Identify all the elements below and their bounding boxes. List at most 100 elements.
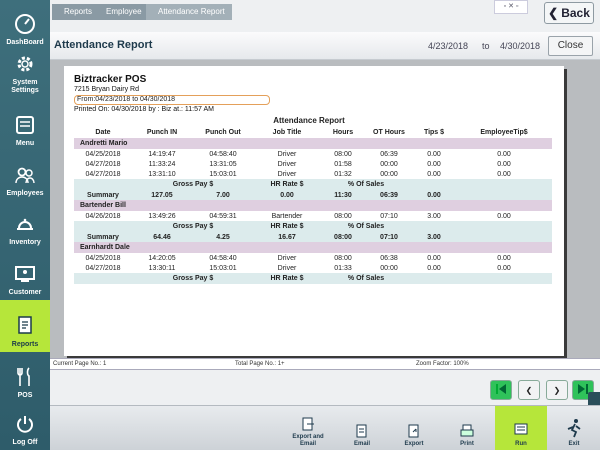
table-row: 04/26/2018 13:49:26 04:59:31 Bartender 08:00… xyxy=(74,211,552,221)
sidebar-item-customer[interactable]: Customer xyxy=(0,250,50,300)
table-cell: 15:03:01 xyxy=(209,264,237,272)
total-page: Total Page No.: 1+ xyxy=(235,361,285,367)
summary-hours: 08:00 xyxy=(320,232,366,242)
table-cell: Driver xyxy=(277,160,297,168)
power-icon xyxy=(13,412,37,436)
summary-hours: 11:30 xyxy=(320,190,366,200)
table-cell: 13:31:10 xyxy=(148,170,176,178)
table-cell: 0.00 xyxy=(427,170,441,178)
table-cell: Driver xyxy=(277,170,297,178)
first-page-button[interactable] xyxy=(490,380,512,400)
sidebar-item-pos[interactable]: POS xyxy=(0,355,50,403)
table-cell: 06:38 xyxy=(380,254,398,262)
sidebar-item-reports[interactable]: Reports xyxy=(0,300,50,352)
export-and-email-button[interactable]: Export and Email xyxy=(286,406,330,450)
table-cell: 04:58:40 xyxy=(209,254,237,262)
table-cell: Driver xyxy=(277,254,297,262)
table-cell: 04/27/2018 xyxy=(85,170,121,178)
table-cell: Driver xyxy=(277,264,297,272)
email-button[interactable]: Email xyxy=(344,406,380,450)
spacer-cell xyxy=(74,273,132,284)
summary-header-row: Gross Pay $ HR Rate $% Of Sales xyxy=(74,221,552,232)
table-cell: 01:58 xyxy=(334,160,352,168)
top-bar: Reports Employee Attendance Report ▫ ✕ ▫ xyxy=(50,0,600,32)
summary-row: Summary 64.46 4.25 16.67 08:00 07:10 3.00 xyxy=(74,232,552,242)
next-page-button[interactable]: ❯ xyxy=(546,380,568,400)
summary-header: Gross Pay $ xyxy=(132,273,254,284)
export-email-icon xyxy=(301,417,315,434)
report-viewer[interactable]: Biztracker POS 7215 Bryan Dairy Rd From:… xyxy=(50,60,600,358)
table-row: 04/27/2018 13:31:10 15:03:01 Driver 01:32 00:… xyxy=(74,169,552,179)
sidebar-item-label: Employees xyxy=(6,190,44,197)
summary-ot: 07:10 xyxy=(366,232,412,242)
sidebar-item-system-settings[interactable]: System Settings xyxy=(0,50,50,98)
close-button[interactable]: Close xyxy=(548,36,593,56)
summary-header-row: Gross Pay $ HR Rate $% Of Sales xyxy=(74,273,552,284)
sidebar-item-label: Customer xyxy=(8,289,42,296)
employee-name: Andretti Mario xyxy=(74,138,552,149)
exit-button[interactable]: Exit xyxy=(556,406,592,450)
col-header: Date xyxy=(95,129,111,136)
col-header: Hours xyxy=(332,129,354,136)
sidebar-item-log-off[interactable]: Log Off xyxy=(0,402,50,450)
table-cell: 0.00 xyxy=(497,150,511,158)
sidebar-item-label: DashBoard xyxy=(6,39,44,46)
run-icon xyxy=(513,422,529,441)
summary-header: Gross Pay $ xyxy=(132,221,254,232)
table-cell: 00:00 xyxy=(380,160,398,168)
pager: ❮ ❯ xyxy=(490,380,596,402)
summary-rate: 7.00 xyxy=(192,190,254,200)
table-cell: 15:03:01 xyxy=(209,170,237,178)
exit-icon xyxy=(565,418,583,441)
spacer-cell xyxy=(456,232,552,242)
sidebar-item-label: Inventory xyxy=(9,239,41,246)
reports-icon xyxy=(13,314,37,338)
summary-header: HR Rate $ xyxy=(254,221,320,232)
sidebar-item-label: Reports xyxy=(11,341,39,348)
prev-page-button[interactable]: ❮ xyxy=(518,380,540,400)
table-cell: 04/27/2018 xyxy=(85,160,121,168)
table-cell: 07:10 xyxy=(380,212,398,220)
attendance-table: Date Punch IN Punch Out Job Title Hours … xyxy=(74,127,552,284)
sidebar-item-inventory[interactable]: Inventory xyxy=(0,200,50,250)
sidebar: DashBoard System Settings Menu Employees… xyxy=(0,0,50,450)
report-page: Biztracker POS 7215 Bryan Dairy Rd From:… xyxy=(64,66,564,356)
report-title: Attendance Report xyxy=(273,116,345,125)
summary-tips: 0.00 xyxy=(412,190,456,200)
menu-book-icon xyxy=(13,113,37,137)
table-cell: 11:33:24 xyxy=(148,160,176,168)
table-cell: 0.00 xyxy=(497,160,511,168)
spacer-cell xyxy=(412,221,552,232)
date-range-line: From:04/23/2018 to 04/30/2018 xyxy=(74,95,270,105)
spacer-cell xyxy=(456,190,552,200)
table-cell: 04/26/2018 xyxy=(85,212,121,220)
sidebar-item-menu[interactable]: Menu xyxy=(0,101,50,151)
summary-label: Summary xyxy=(74,232,132,242)
table-cell: 06:39 xyxy=(380,150,398,158)
cloche-icon xyxy=(13,212,37,236)
sidebar-item-label: POS xyxy=(17,392,33,399)
sidebar-item-employees[interactable]: Employees xyxy=(0,151,50,201)
gear-icon xyxy=(13,52,37,76)
back-label: Back xyxy=(561,6,590,20)
print-button[interactable]: Print xyxy=(450,406,484,450)
table-cell: 08:00 xyxy=(334,254,352,262)
spacer-cell xyxy=(74,179,132,190)
summary-pct: 16.67 xyxy=(254,232,320,242)
summary-header: Gross Pay $ xyxy=(132,179,254,190)
export-button[interactable]: Export xyxy=(396,406,432,450)
breadcrumb-employee[interactable]: Employee xyxy=(94,4,146,20)
table-cell: 0.00 xyxy=(497,170,511,178)
table-cell: 04:59:31 xyxy=(209,212,237,220)
table-cell: 0.00 xyxy=(497,254,511,262)
summary-gross: 127.05 xyxy=(132,190,192,200)
window-controls-icon[interactable]: ▫ ✕ ▫ xyxy=(494,0,528,14)
summary-header: HR Rate $ xyxy=(254,179,320,190)
breadcrumb-attendance-report[interactable]: Attendance Report xyxy=(146,4,232,20)
sidebar-item-dashboard[interactable]: DashBoard xyxy=(0,0,50,50)
print-icon xyxy=(460,424,474,441)
back-button[interactable]: ❮ Back xyxy=(544,2,594,24)
table-cell: Driver xyxy=(277,150,297,158)
run-button[interactable]: Run xyxy=(495,406,547,450)
table-cell: 0.00 xyxy=(427,150,441,158)
